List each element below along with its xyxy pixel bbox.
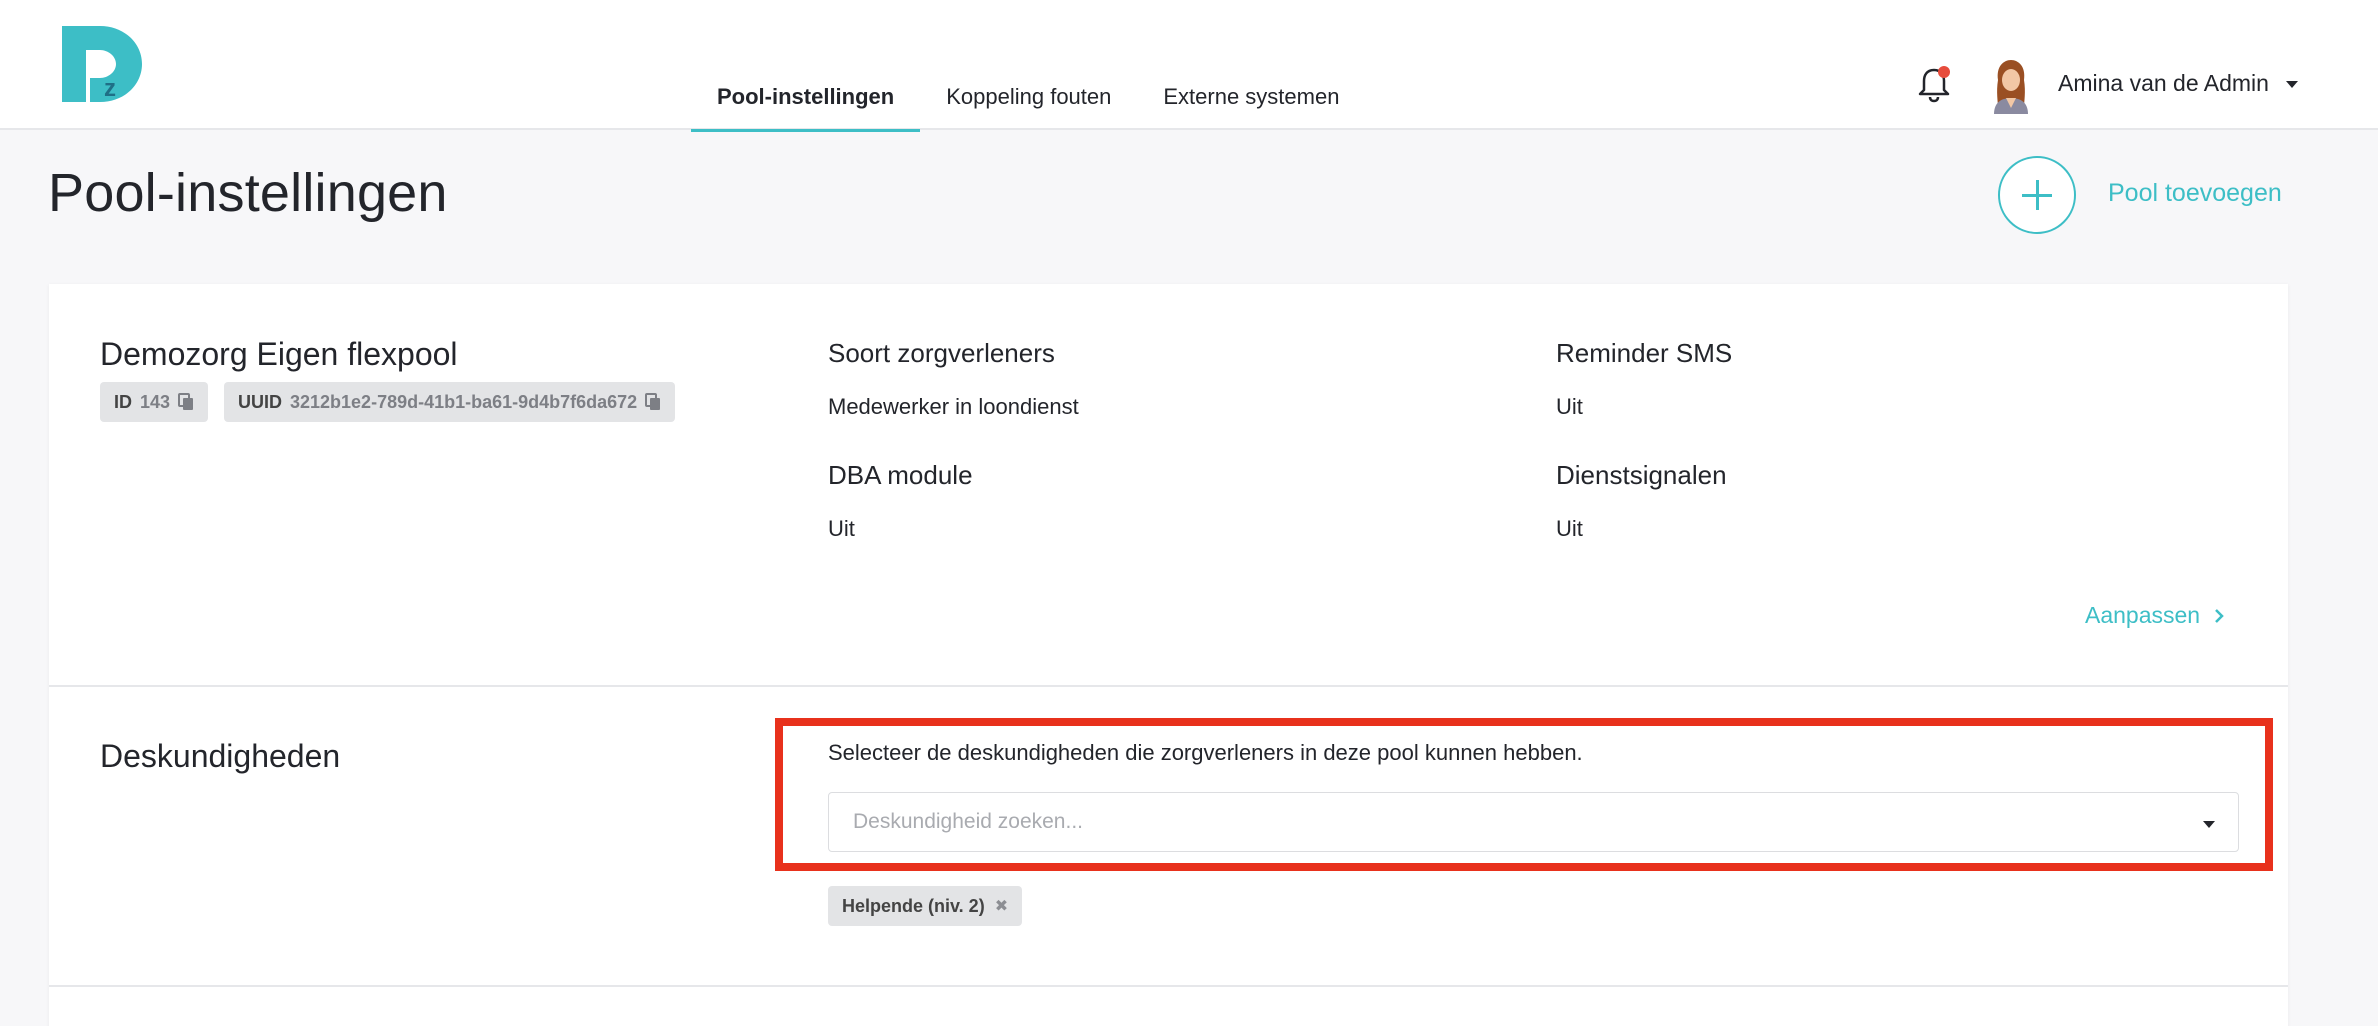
field-value-dienstsignalen: Uit	[1556, 516, 1583, 541]
field-value-soort-zorgverleners: Medewerker in loondienst	[828, 394, 1079, 419]
chevron-right-icon	[2215, 608, 2224, 623]
dz-logo-icon[interactable]: z	[62, 26, 144, 102]
id-value: 143	[140, 391, 171, 412]
field-value-reminder-sms: Uit	[1556, 394, 1583, 419]
tab-pool-instellingen[interactable]: Pool-instellingen	[691, 0, 921, 132]
uuid-label: UUID	[238, 391, 282, 412]
field-label-soort-zorgverleners: Soort zorgverleners	[828, 338, 1055, 368]
add-pool-link[interactable]: Pool toevoegen	[2108, 179, 2282, 208]
caret-down-icon[interactable]	[2284, 78, 2300, 90]
copy-icon[interactable]	[178, 393, 194, 411]
selected-expertise-tag: Helpende (niv. 2) ✖	[828, 886, 1023, 926]
notification-dot	[1938, 66, 1950, 78]
remove-tag-icon[interactable]: ✖	[995, 896, 1008, 916]
id-label: ID	[114, 391, 132, 412]
top-bar: z Pool-instellingen Koppeling fouten Ext…	[0, 0, 2378, 132]
field-label-dba-module: DBA module	[828, 460, 973, 490]
field-value-dba-module: Uit	[828, 516, 855, 541]
tab-label: Koppeling fouten	[946, 84, 1112, 109]
svg-text:z: z	[104, 75, 116, 102]
main-nav: Pool-instellingen Koppeling fouten Exter…	[691, 0, 1365, 132]
expertise-section-title: Deskundigheden	[100, 738, 341, 774]
tag-label: Helpende (niv. 2)	[842, 895, 985, 916]
page-title: Pool-instellingen	[48, 163, 448, 223]
pool-uuid-chip: UUID 3212b1e2-789d-41b1-ba61-9d4b7f6da67…	[224, 382, 676, 422]
pool-card: Demozorg Eigen flexpool ID 143 UUID 3212…	[49, 284, 2288, 1026]
tab-koppeling-fouten[interactable]: Koppeling fouten	[920, 0, 1137, 130]
copy-icon[interactable]	[645, 393, 661, 411]
highlight-box	[775, 718, 2273, 871]
add-pool-button[interactable]	[1998, 156, 2076, 234]
tab-label: Externe systemen	[1163, 84, 1340, 109]
uuid-value: 3212b1e2-789d-41b1-ba61-9d4b7f6da672	[290, 391, 638, 412]
tab-label: Pool-instellingen	[717, 84, 895, 109]
bell-icon[interactable]	[1914, 64, 1954, 104]
field-label-reminder-sms: Reminder SMS	[1556, 338, 1733, 368]
section-divider	[49, 685, 2288, 687]
field-label-dienstsignalen: Dienstsignalen	[1556, 460, 1727, 490]
edit-pool-link[interactable]: Aanpassen	[2085, 602, 2224, 629]
section-divider	[49, 985, 2288, 987]
user-name[interactable]: Amina van de Admin	[2058, 70, 2269, 97]
edit-label: Aanpassen	[2085, 602, 2201, 628]
pool-name: Demozorg Eigen flexpool	[100, 336, 458, 372]
tab-externe-systemen[interactable]: Externe systemen	[1137, 0, 1365, 130]
pool-id-chip: ID 143	[100, 382, 209, 422]
avatar[interactable]	[1990, 58, 2032, 114]
